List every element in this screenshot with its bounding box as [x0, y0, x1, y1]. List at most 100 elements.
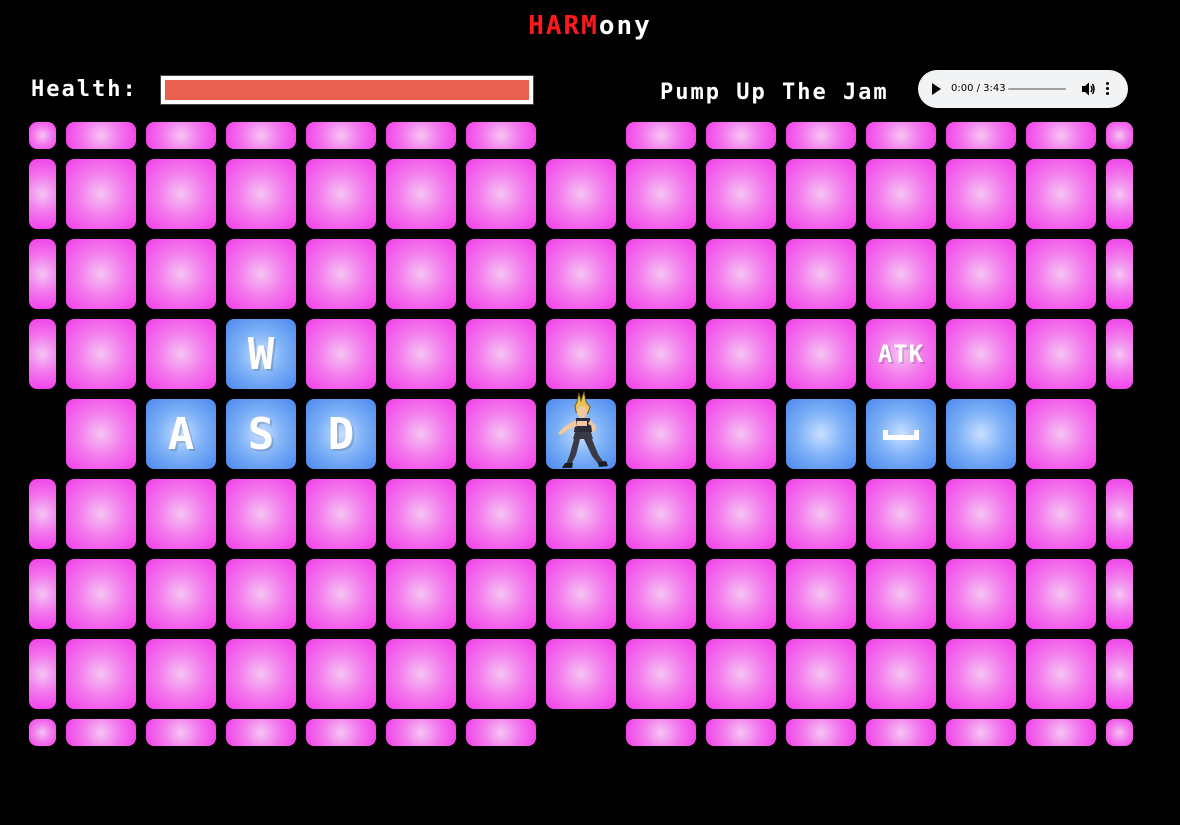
board-tile [1026, 399, 1096, 469]
board-tile [866, 122, 936, 149]
player-tile [546, 390, 616, 469]
board-tile [466, 399, 536, 469]
board-tile [626, 159, 696, 229]
board-tile [1106, 319, 1133, 389]
board-tile [706, 239, 776, 309]
board-tile [146, 559, 216, 629]
board-tile [866, 479, 936, 549]
board-tile [466, 479, 536, 549]
highlight-tile [946, 399, 1016, 469]
board-tile [866, 239, 936, 309]
board-tile [706, 719, 776, 746]
board-tile [626, 122, 696, 149]
board-tile [146, 319, 216, 389]
board-tile [226, 159, 296, 229]
board-tile [1026, 159, 1096, 229]
board-tile [226, 479, 296, 549]
board-tile [1106, 639, 1133, 709]
board-tile [866, 639, 936, 709]
board-tile [706, 122, 776, 149]
board-tile [226, 719, 296, 746]
board-tile [29, 719, 56, 746]
key-label: S [247, 408, 275, 460]
board-tile [706, 399, 776, 469]
board-tile [1106, 479, 1133, 549]
board-tile [1026, 319, 1096, 389]
board-tile [866, 159, 936, 229]
board-tile [306, 479, 376, 549]
board-tile [466, 239, 536, 309]
highlight-tile [786, 399, 856, 469]
board-tile [146, 719, 216, 746]
board-tile [386, 319, 456, 389]
board-tile [306, 559, 376, 629]
key-tile-a: A [146, 399, 216, 469]
board-tile [946, 719, 1016, 746]
board-tile [546, 479, 616, 549]
board-tile [466, 719, 536, 746]
board-tile [466, 159, 536, 229]
board-tile [66, 559, 136, 629]
board-tile [306, 239, 376, 309]
board-tile [946, 479, 1016, 549]
board-tile [1026, 719, 1096, 746]
board-tile [786, 639, 856, 709]
board-tile [306, 319, 376, 389]
board-tile [466, 559, 536, 629]
board-tile [66, 159, 136, 229]
board-tile [626, 559, 696, 629]
board-tile [226, 122, 296, 149]
board-tile [146, 479, 216, 549]
player-character-icon [558, 390, 608, 468]
board-tile [1026, 122, 1096, 149]
attack-label: ATK [877, 340, 925, 368]
board-tile [1026, 639, 1096, 709]
key-tile-s: S [226, 399, 296, 469]
board-tile [146, 159, 216, 229]
attack-tile: ATK [866, 319, 936, 389]
board-tile [1026, 239, 1096, 309]
board-tile [29, 239, 56, 309]
board-tile [1106, 122, 1133, 149]
board-tile [706, 479, 776, 549]
board-tile [546, 239, 616, 309]
board-tile [546, 159, 616, 229]
board-tile [786, 559, 856, 629]
board-tile [1106, 159, 1133, 229]
board-tile [386, 639, 456, 709]
board-tile [706, 319, 776, 389]
board-tile [626, 479, 696, 549]
key-tile-d: D [306, 399, 376, 469]
board-tile [66, 479, 136, 549]
key-label: W [247, 328, 275, 380]
board-tile [1026, 559, 1096, 629]
board-tile [946, 559, 1016, 629]
board-tile [29, 122, 56, 149]
board-tile [1026, 479, 1096, 549]
board-tile [946, 159, 1016, 229]
board-tile [626, 319, 696, 389]
board-tile [386, 719, 456, 746]
board-tile [306, 122, 376, 149]
board-tile [546, 639, 616, 709]
board-tile [386, 239, 456, 309]
board-tile [786, 319, 856, 389]
board-tile [29, 319, 56, 389]
board-tile [146, 239, 216, 309]
board-tile [66, 319, 136, 389]
board-tile [706, 559, 776, 629]
board-tile [626, 399, 696, 469]
board-tile [66, 399, 136, 469]
board-tile [1106, 719, 1133, 746]
game-board: W ATK A S D [0, 0, 1180, 825]
key-label: A [167, 408, 195, 460]
space-key-icon [883, 430, 919, 440]
board-tile [786, 239, 856, 309]
board-tile [386, 399, 456, 469]
board-tile [386, 159, 456, 229]
board-tile [866, 559, 936, 629]
board-tile [306, 159, 376, 229]
board-tile [29, 639, 56, 709]
board-tile [786, 719, 856, 746]
board-tile [786, 479, 856, 549]
